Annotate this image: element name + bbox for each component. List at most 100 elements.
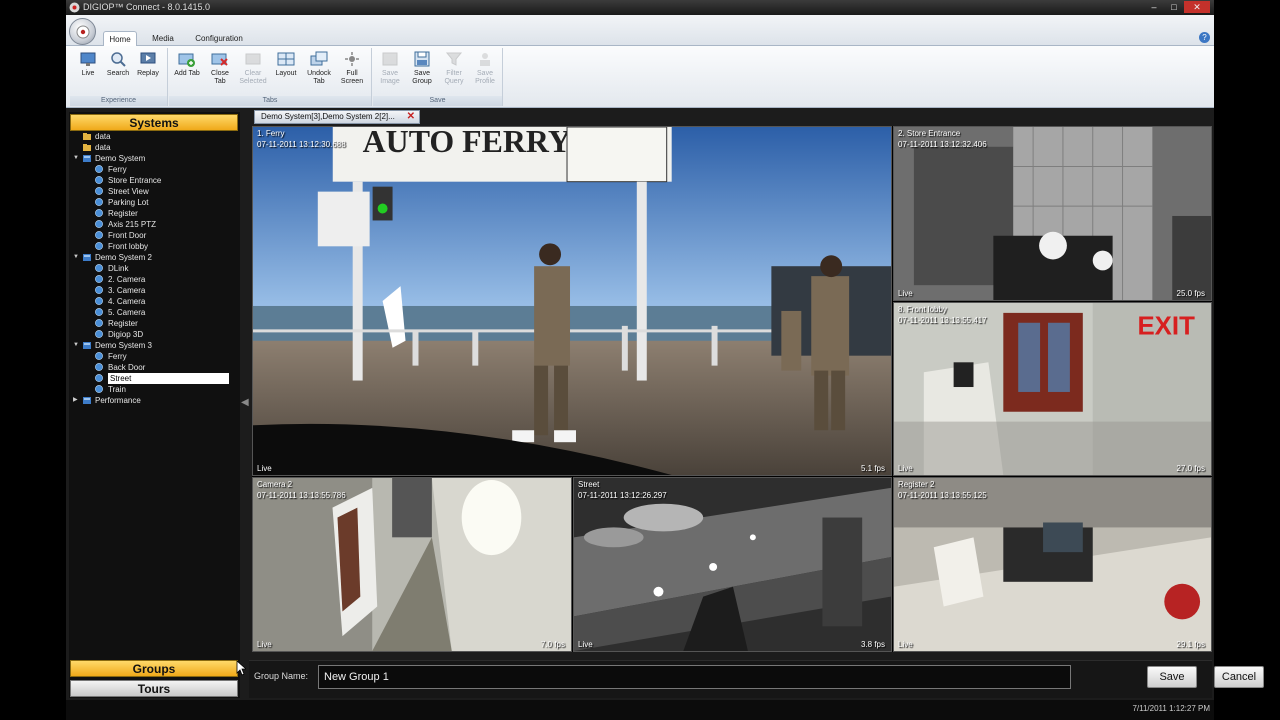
doc-tab-label: Demo System[3],Demo System 2[2]... (261, 112, 395, 121)
tree-node[interactable]: ▼ Demo System 3 (73, 340, 233, 351)
application-menu-button[interactable] (69, 18, 96, 45)
save-button[interactable]: Save (1147, 666, 1197, 688)
tree-camera-item[interactable]: Back Door (95, 362, 229, 373)
ferry-sign-text: AUTO FERRY (363, 127, 571, 159)
tree-node-label: Performance (95, 396, 141, 405)
camera-icon (95, 363, 103, 371)
clear-selected-button[interactable]: Clear Selected (238, 50, 268, 96)
ribbon-tab-bar: Home Media Configuration ? (66, 15, 1214, 46)
expand-toggle-icon[interactable]: ▼ (73, 153, 80, 164)
tab-configuration[interactable]: Configuration (190, 31, 248, 46)
tree-camera-item[interactable]: 5. Camera (95, 307, 229, 318)
minimize-button[interactable]: – (1144, 1, 1164, 13)
server-icon (83, 254, 91, 261)
camera-timestamp: 07-11-2011 13:13:55.786 (257, 491, 346, 500)
replay-label: Replay (137, 70, 159, 77)
full-screen-icon (345, 52, 359, 66)
expand-toggle-icon[interactable]: ▼ (73, 252, 80, 263)
maximize-button[interactable]: □ (1164, 1, 1184, 13)
tree-camera-item[interactable]: Ferry (95, 164, 229, 175)
search-button[interactable]: Search (103, 50, 133, 96)
tours-header-button[interactable]: Tours (70, 680, 238, 697)
tree-camera-item[interactable]: Register (95, 318, 229, 329)
tree-camera-item[interactable]: Store Entrance (95, 175, 229, 186)
tree-node-label: Demo System (95, 154, 146, 163)
layout-button[interactable]: Layout (271, 50, 301, 96)
live-status: Live (257, 464, 272, 473)
cancel-button[interactable]: Cancel (1214, 666, 1264, 688)
group-name-input[interactable] (318, 665, 1071, 689)
video-grid: AUTO FERRY 1. Ferry 07-11-2011 13:12:30.… (252, 126, 1212, 652)
tree-node[interactable]: ▶ Performance (73, 395, 233, 406)
video-tile-register-2[interactable]: Register 2 07-11-2011 13:13:55.125 Live … (893, 477, 1212, 652)
status-clock: 7/11/2011 1:12:27 PM (1132, 704, 1210, 713)
tree-node-label: Demo System 3 (95, 341, 152, 350)
tree-camera-item[interactable]: Front lobby (95, 241, 229, 252)
tree-camera-item[interactable]: Ferry (95, 351, 229, 362)
groups-header-button[interactable]: Groups (70, 660, 238, 677)
tree-node[interactable]: data (73, 142, 233, 153)
filter-query-button[interactable]: Filter Query (439, 50, 469, 96)
camera-icon (95, 308, 103, 316)
sidebar: Systems data data ▼ Demo System Ferry Store E… (69, 112, 240, 698)
help-icon[interactable]: ? (1199, 32, 1210, 43)
tree-camera-item[interactable]: Train (95, 384, 229, 395)
tree-camera-label: Ferry (108, 165, 127, 174)
camera-timestamp: 07-11-2011 13:12:30.688 (257, 140, 346, 149)
tree-camera-item[interactable]: DLink (95, 263, 229, 274)
video-tile-ferry[interactable]: AUTO FERRY 1. Ferry 07-11-2011 13:12:30.… (252, 126, 892, 476)
tree-camera-label: 5. Camera (108, 308, 146, 317)
add-tab-button[interactable]: Add Tab (172, 50, 202, 96)
tree-camera-item[interactable]: 3. Camera (95, 285, 229, 296)
tree-camera-item[interactable]: Street View (95, 186, 229, 197)
tree-node[interactable]: ▼ Demo System (73, 153, 233, 164)
save-profile-button[interactable]: Save Profile (470, 50, 500, 96)
tree-node-label: data (95, 143, 111, 152)
tree-camera-item[interactable]: Register (95, 208, 229, 219)
tree-camera-item[interactable]: Axis 215 PTZ (95, 219, 229, 230)
save-image-button[interactable]: Save Image (375, 50, 405, 96)
tree-camera-item[interactable]: 2. Camera (95, 274, 229, 285)
tree-camera-label: Front lobby (108, 242, 149, 251)
camera-timestamp: 07-11-2011 13:12:32.406 (898, 140, 987, 149)
camera-icon (95, 165, 103, 173)
full-screen-button[interactable]: Full Screen (337, 50, 367, 96)
video-feed-front-lobby: EXIT (894, 303, 1211, 475)
systems-header-button[interactable]: Systems (70, 114, 238, 131)
expand-toggle-icon[interactable]: ▶ (73, 395, 80, 406)
live-button[interactable]: Live (73, 50, 103, 96)
tree-camera-label: 2. Camera (108, 275, 146, 284)
tab-demo-systems[interactable]: Demo System[3],Demo System 2[2]... ✕ (254, 110, 420, 124)
video-tile-front-lobby[interactable]: EXIT 8. Front lobby 07-11-2011 13:13:55.… (893, 302, 1212, 476)
tab-home[interactable]: Home (103, 31, 137, 46)
close-tab-button[interactable]: Close Tab (205, 50, 235, 96)
tree-node[interactable]: ▼ Demo System 2 (73, 252, 233, 263)
video-tile-camera-2[interactable]: Camera 2 07-11-2011 13:13:55.786 Live 7.… (252, 477, 572, 652)
tree-camera-item[interactable]: Parking Lot (95, 197, 229, 208)
group-name-bar: Group Name: Save Cancel (249, 660, 1264, 698)
video-tile-store-entrance[interactable]: 2. Store Entrance 07-11-2011 13:12:32.40… (893, 126, 1212, 301)
camera-name: 1. Ferry (257, 129, 285, 138)
camera-name: 8. Front lobby (898, 305, 947, 314)
video-feed-ferry: AUTO FERRY (253, 127, 891, 475)
collapse-sidebar-icon[interactable]: ◀ (241, 397, 249, 411)
expand-toggle-icon[interactable]: ▼ (73, 340, 80, 351)
camera-icon (95, 297, 103, 305)
tree-camera-item[interactable]: 4. Camera (95, 296, 229, 307)
tree-node[interactable]: data (73, 131, 233, 142)
close-window-button[interactable]: ✕ (1184, 1, 1210, 13)
video-tile-street[interactable]: Street 07-11-2011 13:12:26.297 Live 3.8 … (573, 477, 892, 652)
full-screen-label: Full Screen (340, 70, 364, 85)
replay-button[interactable]: Replay (133, 50, 163, 96)
tab-media[interactable]: Media (148, 31, 178, 46)
tree-camera-item[interactable]: Digiop 3D (95, 329, 229, 340)
tree-camera-item[interactable]: Street (95, 373, 229, 384)
clear-selected-label: Clear Selected (239, 70, 267, 85)
close-icon[interactable]: ✕ (407, 111, 415, 123)
video-feed-street (574, 478, 891, 651)
save-group-button[interactable]: Save Group (407, 50, 437, 96)
undock-tab-button[interactable]: Undock Tab (304, 50, 334, 96)
tree-camera-item[interactable]: Front Door (95, 230, 229, 241)
tree-camera-label: Back Door (108, 363, 146, 372)
ribbon-group-experience: Live Search Replay Experience (70, 48, 168, 106)
